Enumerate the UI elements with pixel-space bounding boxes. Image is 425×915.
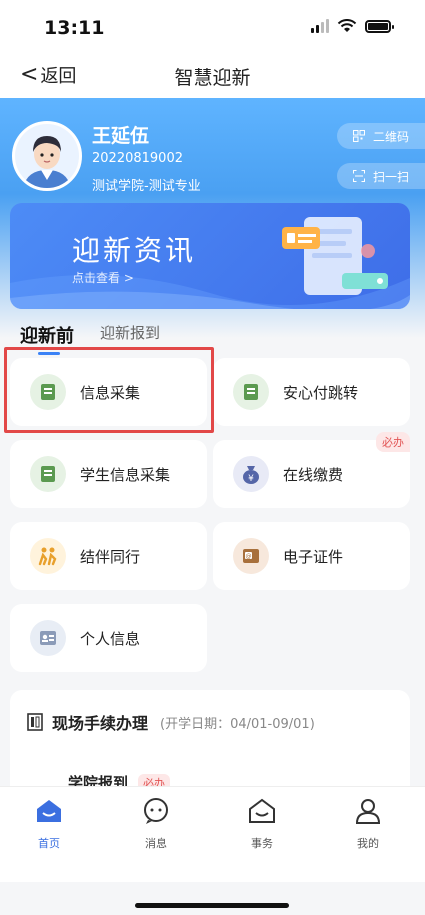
service-label: 在线缴费 bbox=[283, 465, 344, 484]
news-banner[interactable]: 迎新资讯 点击查看 > bbox=[10, 203, 410, 309]
scan-button[interactable]: 扫一扫 bbox=[337, 163, 425, 189]
service-travel-together[interactable]: 结伴同行 bbox=[10, 522, 207, 590]
svg-text:@: @ bbox=[246, 553, 252, 560]
home-icon bbox=[37, 800, 61, 822]
tab-label: 消息 bbox=[145, 837, 167, 850]
profile-card-icon bbox=[30, 620, 66, 656]
section-header: 现场手续办理 (开学日期：04/01-09/01) bbox=[26, 710, 315, 734]
qr-code-label: 二维码 bbox=[372, 129, 409, 144]
user-department: 测试学院-测试专业 bbox=[92, 179, 201, 194]
status-icons bbox=[311, 19, 394, 33]
required-badge: 必办 bbox=[376, 432, 410, 452]
service-label: 电子证件 bbox=[283, 547, 344, 566]
document-icon bbox=[30, 456, 66, 492]
people-icon bbox=[30, 538, 66, 574]
status-time: 13:11 bbox=[44, 17, 105, 39]
service-label: 结伴同行 bbox=[80, 547, 141, 566]
service-anxinfu-redirect[interactable]: 安心付跳转 bbox=[213, 358, 410, 426]
signal-icon bbox=[311, 19, 329, 33]
tab-label: 我的 bbox=[357, 837, 379, 850]
section-title: 现场手续办理 bbox=[52, 714, 149, 733]
building-icon bbox=[27, 713, 43, 731]
school-start-date: (开学日期：04/01-09/01) bbox=[160, 716, 315, 732]
user-id: 20220819002 bbox=[92, 151, 183, 166]
tab-label: 事务 bbox=[251, 837, 273, 850]
svg-text:¥: ¥ bbox=[248, 474, 254, 484]
service-digital-id[interactable]: @ 电子证件 bbox=[213, 522, 410, 590]
status-bar: 13:11 bbox=[0, 0, 425, 52]
banner-subtitle: 点击查看 > bbox=[72, 271, 134, 285]
tab-affairs[interactable]: 事务 bbox=[227, 795, 297, 851]
qr-code-icon bbox=[352, 130, 365, 142]
highlight-box bbox=[4, 347, 214, 433]
battery-icon bbox=[365, 19, 394, 33]
service-label: 学生信息采集 bbox=[80, 465, 171, 484]
tab-messages[interactable]: 消息 bbox=[121, 795, 191, 851]
bottom-tab-bar: 首页 消息 事务 我的 bbox=[0, 786, 425, 882]
service-online-payment[interactable]: ¥ 在线缴费 必办 bbox=[213, 432, 410, 508]
message-icon bbox=[144, 798, 168, 824]
avatar-illustration-icon bbox=[15, 124, 79, 188]
user-icon bbox=[355, 799, 381, 824]
home-indicator bbox=[135, 903, 289, 908]
tab-profile[interactable]: 我的 bbox=[333, 795, 403, 851]
wifi-icon bbox=[337, 19, 357, 32]
service-label: 安心付跳转 bbox=[283, 383, 359, 402]
nav-bar: < 返回 智慧迎新 bbox=[0, 52, 425, 98]
avatar[interactable] bbox=[12, 121, 82, 191]
tab-home[interactable]: 首页 bbox=[14, 795, 84, 851]
user-name: 王延伍 bbox=[92, 125, 150, 147]
news-document-icon bbox=[282, 217, 388, 295]
banner-title: 迎新资讯 bbox=[72, 234, 197, 267]
inbox-icon bbox=[249, 798, 275, 823]
service-personal-info[interactable]: 个人信息 bbox=[10, 604, 207, 672]
document-icon bbox=[233, 374, 269, 410]
page-title: 智慧迎新 bbox=[174, 67, 251, 89]
id-card-icon: @ bbox=[233, 538, 269, 574]
money-bag-icon: ¥ bbox=[233, 456, 269, 492]
tab-label: 首页 bbox=[38, 837, 60, 850]
scan-icon bbox=[352, 170, 365, 182]
tab-arrival-registration[interactable]: 迎新报到 bbox=[100, 322, 160, 343]
service-student-info-collection[interactable]: 学生信息采集 bbox=[10, 440, 207, 508]
scan-label: 扫一扫 bbox=[372, 169, 409, 184]
service-label: 个人信息 bbox=[80, 629, 141, 648]
onsite-procedures-section: 现场手续办理 (开学日期：04/01-09/01) 学院报到 必办 bbox=[10, 690, 410, 800]
qr-code-button[interactable]: 二维码 bbox=[337, 123, 425, 149]
tab-before-arrival[interactable]: 迎新前 bbox=[20, 322, 74, 348]
